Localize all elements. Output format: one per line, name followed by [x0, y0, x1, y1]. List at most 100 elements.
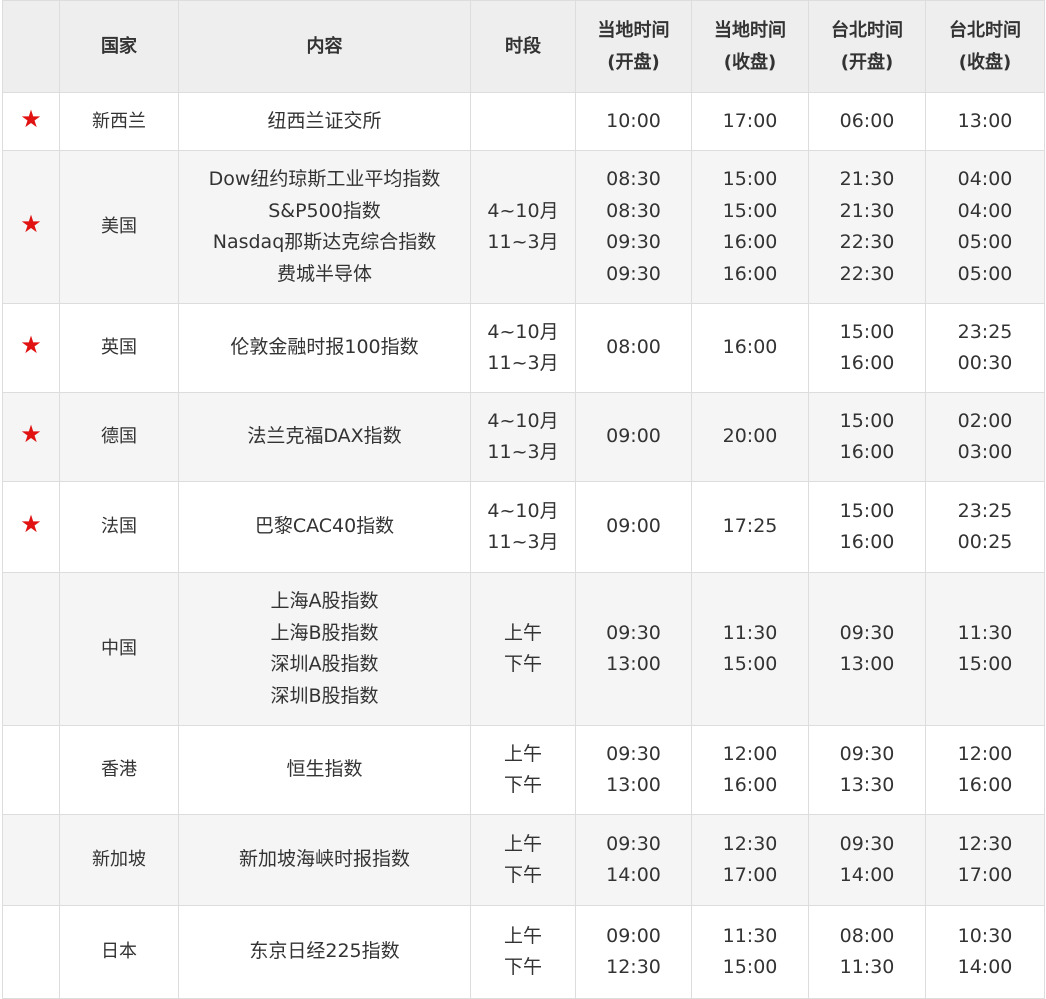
cell-content-line: 新加坡海峡时报指数	[238, 848, 410, 871]
cell-local-close-line: 15:00	[722, 956, 778, 978]
table-row: 香港 恒生指数 上午 下午 09:30 13:00 12:00 16:00 09:30 13:30…	[2, 725, 1045, 815]
cell-country: 新加坡	[59, 814, 179, 906]
cell-local-close-line: 20:00	[722, 425, 778, 448]
cell-local-open: 09:30 13:00	[575, 725, 692, 815]
cell-taipei-close-line: 17:00	[957, 864, 1013, 886]
cell-taipei-close-line: 03:00	[957, 441, 1013, 463]
star-icon: ★	[20, 510, 42, 539]
cell-content-line: 法兰克福DAX指数	[247, 425, 402, 448]
cell-local-open-line: 10:00	[606, 109, 661, 132]
cell-country: 中国	[59, 572, 179, 726]
cell-period-line: 上午	[503, 924, 542, 947]
cell-country: 新西兰	[59, 92, 179, 151]
cell-taipei-open-line: 21:30	[839, 199, 895, 222]
cell-content-line: 费城半导体	[276, 262, 372, 285]
cell-content-line: 纽西兰证交所	[267, 109, 382, 132]
cell-taipei-open: 15:00 16:00	[808, 303, 926, 393]
star-icon: ★	[20, 331, 42, 360]
cell-local-close: 11:30 15:00	[691, 572, 809, 726]
cell-taipei-close-line: 00:30	[957, 352, 1013, 374]
cell-taipei-close-line: 02:00	[957, 409, 1013, 432]
cell-taipei-open-line: 06:00	[839, 109, 895, 132]
cell-taipei-close-line: 14:00	[957, 956, 1013, 978]
cell-mark: ★	[2, 392, 60, 482]
cell-local-open: 10:00	[575, 92, 692, 151]
cell-taipei-open: 15:00 16:00	[808, 481, 926, 573]
cell-local-close-line: 16:00	[722, 774, 778, 796]
cell-taipei-open: 09:30 14:00	[808, 814, 926, 906]
cell-content-line: Nasdaq那斯达克综合指数	[212, 231, 437, 253]
cell-period: 4~10月 11~3月	[470, 481, 576, 573]
cell-taipei-open-line: 13:30	[839, 774, 895, 796]
cell-local-close-line: 16:00	[722, 336, 778, 359]
cell-local-close: 17:25	[691, 481, 809, 573]
cell-country: 英国	[59, 303, 179, 393]
cell-content-line: 上海A股指数	[270, 590, 379, 612]
cell-content-line: 深圳A股指数	[270, 653, 379, 675]
cell-local-open-line: 12:30	[606, 956, 661, 978]
cell-period-line: 11~3月	[487, 352, 559, 374]
cell-taipei-close-line: 04:00	[957, 168, 1013, 190]
cell-period: 上午 下午	[470, 905, 576, 999]
cell-taipei-close: 10:30 14:00	[925, 905, 1045, 999]
cell-local-close: 12:30 17:00	[691, 814, 809, 906]
cell-local-open: 09:00	[575, 392, 692, 482]
cell-taipei-open-line: 22:30	[839, 231, 895, 253]
cell-country: 香港	[59, 725, 179, 815]
cell-taipei-close-line: 12:30	[957, 832, 1013, 855]
cell-period: 4~10月 11~3月	[470, 392, 576, 482]
cell-content: 新加坡海峡时报指数	[178, 814, 471, 906]
cell-mark	[2, 572, 60, 726]
cell-period-line: 4~10月	[487, 409, 559, 432]
cell-period-line: 上午	[503, 832, 542, 855]
cell-taipei-open: 09:30 13:00	[808, 572, 926, 726]
cell-local-close: 17:00	[691, 92, 809, 151]
cell-local-open-line: 08:00	[606, 336, 661, 359]
cell-taipei-open-line: 09:30	[839, 742, 895, 765]
header-local-close: 当地时间 (收盘)	[691, 0, 809, 93]
cell-taipei-close: 23:25 00:25	[925, 481, 1045, 573]
cell-mark: ★	[2, 92, 60, 151]
cell-local-open: 09:30 14:00	[575, 814, 692, 906]
cell-local-close: 15:00 15:00 16:00 16:00	[691, 150, 809, 304]
cell-taipei-open-line: 15:00	[839, 409, 895, 432]
cell-period-line: 上午	[503, 742, 542, 765]
cell-taipei-close: 02:00 03:00	[925, 392, 1045, 482]
cell-local-close-line: 11:30	[722, 621, 778, 644]
cell-content: 上海A股指数 上海B股指数 深圳A股指数 深圳B股指数	[178, 572, 471, 726]
cell-local-open-line: 08:30	[606, 199, 661, 222]
cell-taipei-open: 15:00 16:00	[808, 392, 926, 482]
cell-taipei-close-line: 11:30	[957, 621, 1013, 644]
header-row: 国家 内容 时段 当地时间 (开盘) 当地时间 (收盘) 台北时间 (开盘) 台…	[2, 0, 1045, 93]
cell-mark	[2, 905, 60, 999]
cell-local-close: 20:00	[691, 392, 809, 482]
cell-local-open: 08:30 08:30 09:30 09:30	[575, 150, 692, 304]
cell-taipei-open-line: 22:30	[839, 262, 895, 285]
cell-taipei-close: 12:30 17:00	[925, 814, 1045, 906]
table-row: ★ 新西兰 纽西兰证交所 10:00 17:00 06:00 13:00	[2, 92, 1045, 151]
cell-period-line: 上午	[503, 621, 542, 644]
cell-period: 4~10月 11~3月	[470, 303, 576, 393]
cell-period-line: 11~3月	[487, 441, 559, 463]
cell-taipei-close: 11:30 15:00	[925, 572, 1045, 726]
cell-taipei-close-line: 13:00	[957, 109, 1013, 132]
cell-taipei-close-line: 12:00	[957, 742, 1013, 765]
cell-local-open-line: 14:00	[606, 864, 661, 886]
cell-local-open: 09:00	[575, 481, 692, 573]
cell-taipei-close: 12:00 16:00	[925, 725, 1045, 815]
cell-mark: ★	[2, 150, 60, 304]
cell-period: 上午 下午	[470, 572, 576, 726]
cell-taipei-open-line: 11:30	[839, 956, 895, 978]
cell-taipei-open-line: 15:00	[839, 499, 895, 522]
cell-taipei-close-line: 23:25	[957, 499, 1013, 522]
cell-local-close-line: 11:30	[722, 924, 778, 947]
table-row: ★ 美国 Dow纽约琼斯工业平均指数 S&P500指数 Nasdaq那斯达克综合指数 费城…	[2, 150, 1045, 304]
cell-content: Dow纽约琼斯工业平均指数 S&P500指数 Nasdaq那斯达克综合指数 费城半导体	[178, 150, 471, 304]
star-icon: ★	[20, 420, 42, 449]
cell-local-open-line: 09:00	[606, 425, 661, 448]
cell-local-open: 09:30 13:00	[575, 572, 692, 726]
cell-taipei-open-line: 15:00	[839, 320, 895, 343]
cell-country: 法国	[59, 481, 179, 573]
cell-taipei-open-line: 08:00	[839, 924, 895, 947]
cell-taipei-open: 06:00	[808, 92, 926, 151]
